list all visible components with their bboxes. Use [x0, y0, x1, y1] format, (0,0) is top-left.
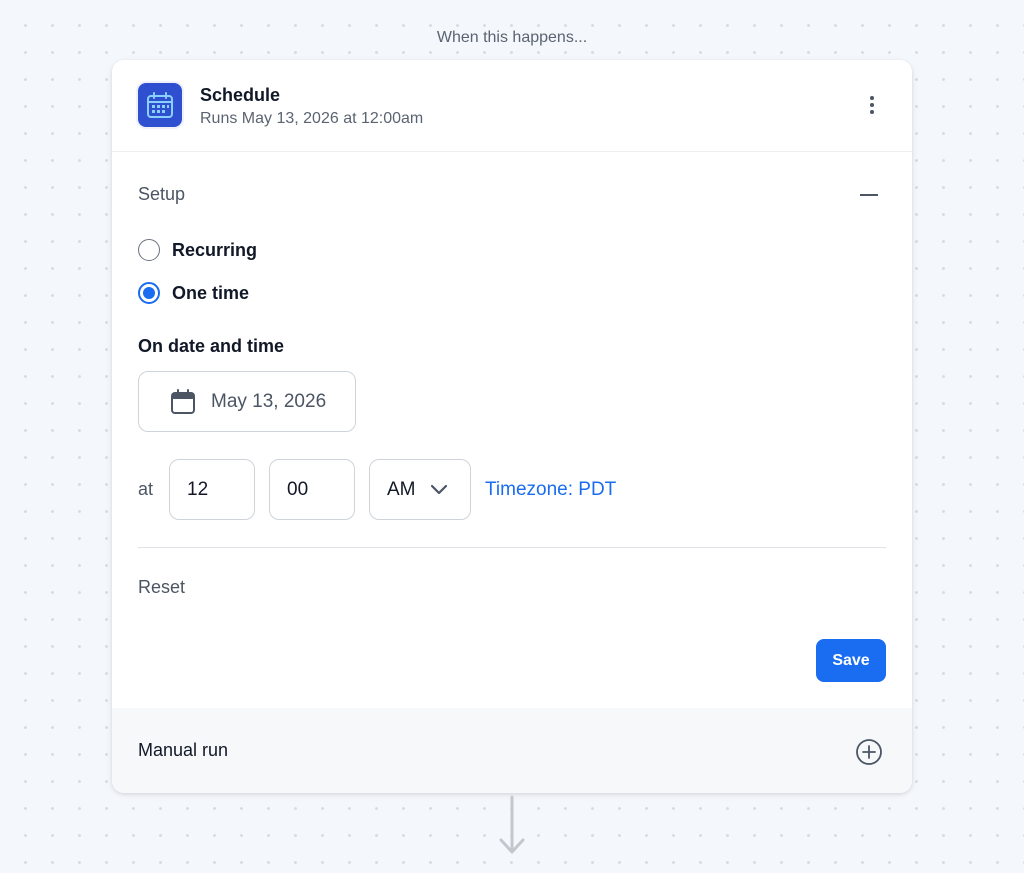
timezone-link[interactable]: Timezone: PDT	[485, 479, 616, 501]
trigger-subtitle: Runs May 13, 2026 at 12:00am	[200, 110, 424, 127]
radio-recurring[interactable]: Recurring	[138, 239, 257, 261]
more-vertical-icon[interactable]	[860, 93, 884, 117]
date-value: May 13, 2026	[211, 390, 327, 412]
ampm-value: AM	[387, 478, 416, 500]
calendar-icon	[138, 83, 182, 127]
reset-button[interactable]: Reset	[138, 577, 185, 598]
setup-title: Setup	[138, 184, 186, 204]
canvas-caption: When this happens...	[436, 29, 588, 46]
radio-button[interactable]	[138, 239, 160, 261]
date-time-label: On date and time	[138, 336, 285, 356]
radio-one-time[interactable]: One time	[138, 282, 249, 304]
arrow-down-icon	[499, 795, 525, 854]
manual-run-label: Manual run	[138, 740, 229, 760]
minute-input[interactable]: 00	[269, 459, 355, 520]
minus-icon[interactable]	[858, 184, 880, 206]
card-header[interactable]: Schedule Runs May 13, 2026 at 12:00am	[112, 60, 912, 152]
radio-one-time-label: One time	[172, 282, 250, 303]
calendar-icon	[171, 388, 195, 414]
chevron-down-icon	[430, 484, 448, 495]
plus-circle-icon[interactable]	[855, 738, 883, 766]
schedule-trigger-card: Schedule Runs May 13, 2026 at 12:00am Se…	[112, 60, 912, 793]
trigger-title: Schedule	[200, 85, 281, 105]
divider	[138, 547, 886, 548]
save-button[interactable]: Save	[816, 639, 886, 682]
date-picker[interactable]: May 13, 2026	[138, 371, 356, 432]
hour-input[interactable]: 12	[169, 459, 255, 520]
at-label: at	[138, 479, 154, 499]
ampm-select[interactable]: AM	[369, 459, 471, 520]
radio-button-selected[interactable]	[138, 282, 160, 304]
radio-recurring-label: Recurring	[172, 239, 258, 260]
manual-run-row[interactable]: Manual run	[112, 708, 912, 793]
